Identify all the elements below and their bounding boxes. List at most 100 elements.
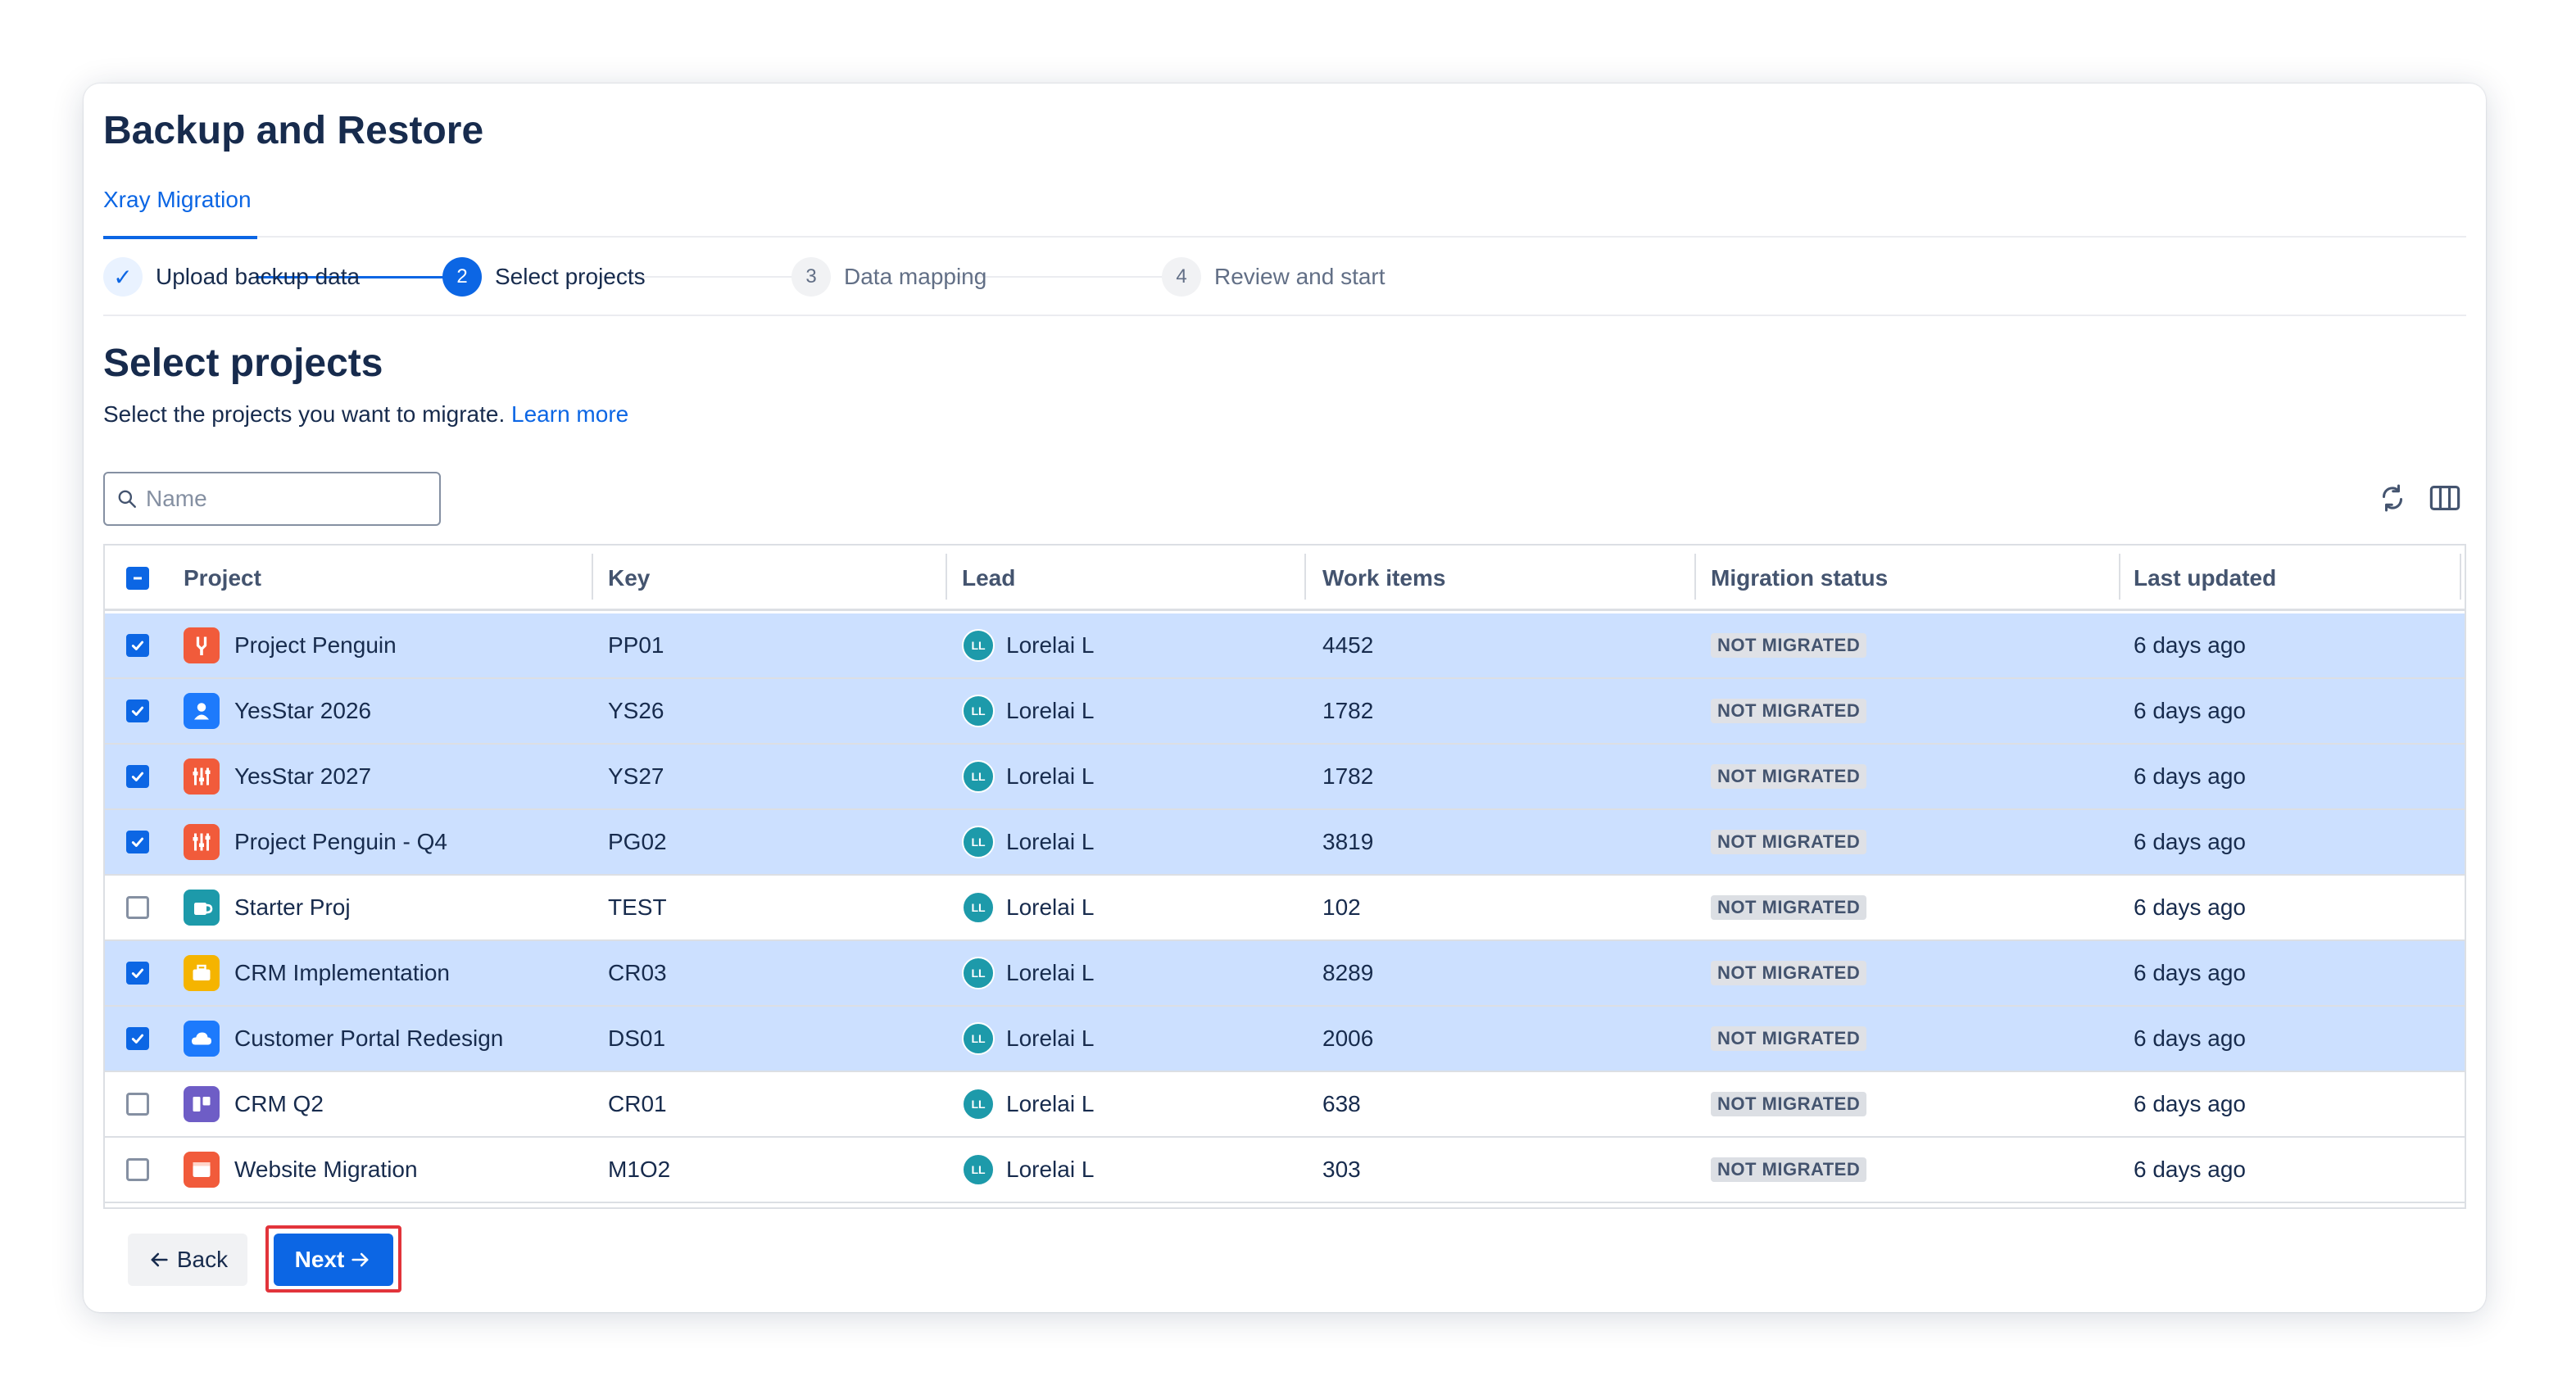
search-input[interactable] (146, 486, 424, 512)
project-name[interactable]: Customer Portal Redesign (234, 1025, 503, 1052)
check-icon (131, 837, 144, 847)
project-name[interactable]: CRM Implementation (234, 960, 450, 986)
refresh-icon[interactable] (2374, 480, 2410, 516)
column-header-migration-status[interactable]: Migration status (1711, 546, 1888, 611)
column-header-lead[interactable]: Lead (962, 546, 1015, 611)
table-row[interactable]: YesStar 2026 YS26 LL Lorelai L 1782 NOT MIGRA… (105, 679, 2465, 745)
progress-stepper: ✓ Upload backup data 2 Select projects 3… (103, 238, 2466, 316)
row-checkbox[interactable] (126, 962, 149, 985)
column-header-work-items[interactable]: Work items (1322, 546, 1445, 611)
project-cell: YesStar 2026 (184, 679, 371, 743)
project-name[interactable]: Project Penguin (234, 632, 397, 659)
work-items-count: 3819 (1322, 829, 1374, 854)
work-items-count: 1782 (1322, 763, 1374, 789)
cloud-icon (184, 1021, 220, 1057)
last-updated: 6 days ago (2134, 1157, 2246, 1182)
table-row[interactable]: Project Penguin PP01 LL Lorelai L 4452 NOT MI… (105, 613, 2465, 679)
briefcase-icon (184, 955, 220, 991)
status-cell: NOT MIGRATED (1711, 1072, 1867, 1136)
status-badge: NOT MIGRATED (1711, 699, 1867, 723)
columns-icon[interactable] (2427, 480, 2463, 516)
table-row[interactable]: Project Penguin - Q4 PG02 LL Lorelai L 3819 N… (105, 810, 2465, 876)
table-row[interactable]: Website Migration M1O2 LL Lorelai L 303 NOT M… (105, 1138, 2465, 1203)
row-checkbox[interactable] (126, 1093, 149, 1116)
column-divider (1304, 554, 1306, 600)
row-checkbox-cell (126, 876, 149, 939)
project-key: CR03 (608, 960, 667, 985)
last-updated: 6 days ago (2134, 698, 2246, 723)
table-header: Project Key Lead Work items Migration st… (105, 546, 2465, 611)
avatar: LL (962, 760, 995, 793)
checkbox-indeterminate[interactable] (126, 567, 149, 590)
last-updated: 6 days ago (2134, 829, 2246, 854)
lead-cell: LL Lorelai L (962, 1138, 1094, 1202)
browser-icon (184, 1152, 220, 1188)
section-description: Select the projects you want to migrate.… (103, 401, 628, 428)
status-cell: NOT MIGRATED (1711, 745, 1867, 808)
search-field[interactable] (103, 472, 441, 526)
project-cell: CRM Implementation (184, 941, 450, 1005)
work-items-count: 2006 (1322, 1025, 1374, 1051)
table-row[interactable]: CRM Implementation CR03 LL Lorelai L 8289 NOT… (105, 941, 2465, 1007)
lead-cell: LL Lorelai L (962, 613, 1094, 677)
row-checkbox[interactable] (126, 831, 149, 853)
row-checkbox[interactable] (126, 634, 149, 657)
project-cell: CRM Q2 (184, 1072, 324, 1136)
person-icon (184, 693, 220, 729)
row-checkbox[interactable] (126, 765, 149, 788)
search-icon (118, 490, 136, 508)
row-checkbox[interactable] (126, 700, 149, 722)
board-icon (184, 1086, 220, 1122)
check-icon (131, 641, 144, 650)
next-button[interactable]: Next (274, 1234, 393, 1286)
back-label: Back (176, 1247, 229, 1272)
status-cell: NOT MIGRATED (1711, 613, 1867, 677)
back-button[interactable]: Back (128, 1234, 247, 1286)
learn-more-link[interactable]: Learn more (511, 401, 628, 427)
wrench-icon (184, 627, 220, 663)
step-number: 2 (442, 257, 482, 297)
table-row[interactable]: YesStar 2027 YS27 LL Lorelai L 1782 NOT MIGRA… (105, 745, 2465, 810)
last-updated: 6 days ago (2134, 960, 2246, 985)
status-badge: NOT MIGRATED (1711, 1026, 1867, 1051)
lead-cell: LL Lorelai L (962, 1072, 1094, 1136)
last-updated: 6 days ago (2134, 1091, 2246, 1116)
column-header-project[interactable]: Project (184, 546, 261, 611)
row-checkbox[interactable] (126, 1158, 149, 1181)
project-name[interactable]: CRM Q2 (234, 1091, 324, 1117)
step-label: Data mapping (844, 264, 987, 289)
check-icon (131, 772, 144, 781)
status-badge: NOT MIGRATED (1711, 830, 1867, 854)
description-text: Select the projects you want to migrate. (103, 401, 506, 427)
table-row[interactable]: Starter Proj TEST LL Lorelai L 102 NOT MIGRAT… (105, 876, 2465, 941)
check-icon: ✓ (103, 257, 143, 297)
mug-icon (184, 890, 220, 926)
row-checkbox[interactable] (126, 896, 149, 919)
footer-divider (103, 1207, 2466, 1209)
project-name[interactable]: YesStar 2027 (234, 763, 371, 790)
tab-xray-migration[interactable]: Xray Migration (103, 182, 257, 239)
column-divider (592, 554, 593, 600)
lead-name: Lorelai L (1006, 1157, 1095, 1182)
status-cell: NOT MIGRATED (1711, 876, 1867, 939)
project-name[interactable]: YesStar 2026 (234, 698, 371, 724)
status-badge: NOT MIGRATED (1711, 895, 1867, 920)
check-icon (131, 1034, 144, 1044)
lead-name: Lorelai L (1006, 1025, 1095, 1051)
table-row[interactable]: CRM Q2 CR01 LL Lorelai L 638 NOT MIGRATED 6 da… (105, 1072, 2465, 1138)
lead-cell: LL Lorelai L (962, 745, 1094, 808)
select-all-checkbox[interactable] (126, 546, 149, 611)
work-items-count: 4452 (1322, 632, 1374, 658)
project-name[interactable]: Starter Proj (234, 894, 351, 921)
table-row[interactable]: Customer Portal Redesign DS01 LL Lorelai L 2… (105, 1007, 2465, 1072)
project-name[interactable]: Website Migration (234, 1157, 418, 1183)
column-header-key[interactable]: Key (608, 546, 650, 611)
row-checkbox[interactable] (126, 1027, 149, 1050)
lead-cell: LL Lorelai L (962, 876, 1094, 939)
project-name[interactable]: Project Penguin - Q4 (234, 829, 447, 855)
step-upload-backup: ✓ Upload backup data (103, 257, 360, 297)
step-select-projects: 2 Select projects (442, 257, 646, 297)
column-header-last-updated[interactable]: Last updated (2134, 546, 2276, 611)
row-checkbox-cell (126, 1072, 149, 1136)
column-divider (2460, 554, 2461, 600)
